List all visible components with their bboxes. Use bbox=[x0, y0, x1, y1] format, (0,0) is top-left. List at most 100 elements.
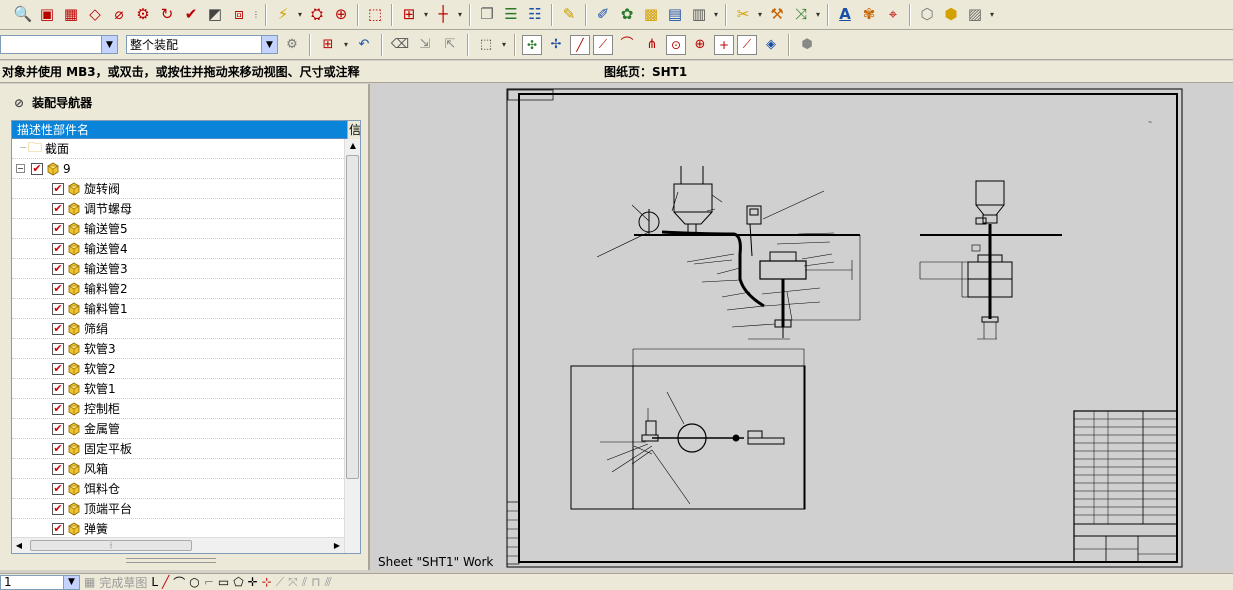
tree-row-part[interactable]: ✔ 控制柜 bbox=[12, 399, 344, 419]
orient-icon[interactable]: ⛭ bbox=[306, 4, 328, 26]
visibility-checkbox[interactable]: ✔ bbox=[31, 162, 43, 175]
visibility-checkbox[interactable]: ✔ bbox=[52, 242, 64, 255]
find-icon[interactable]: 🔍 bbox=[12, 4, 34, 26]
panel-resize-handle[interactable] bbox=[126, 558, 216, 563]
chevron-down-icon[interactable]: ▾ bbox=[500, 40, 508, 49]
visibility-checkbox[interactable]: ✔ bbox=[52, 342, 64, 355]
dimension-icon[interactable]: ⟋ bbox=[276, 575, 284, 590]
text-style-icon[interactable]: A bbox=[834, 4, 856, 26]
tree-row-section[interactable]: ┄ 🗀 截面 bbox=[12, 139, 344, 159]
toolbar-overflow-icon[interactable]: ⋮ bbox=[252, 10, 260, 19]
tree-row-part[interactable]: ✔ 固定平板 bbox=[12, 439, 344, 459]
visibility-checkbox[interactable]: ✔ bbox=[52, 422, 64, 435]
fillet-icon[interactable]: ⌐ bbox=[204, 575, 214, 589]
chevron-down-icon[interactable]: ▾ bbox=[342, 40, 350, 49]
collapse-icon[interactable]: − bbox=[16, 164, 25, 173]
drawing-sheet[interactable]: ~ bbox=[372, 84, 1233, 570]
edit-icon[interactable]: ▥ bbox=[688, 4, 710, 26]
spell-icon[interactable]: ✾ bbox=[858, 4, 880, 26]
column-header-info[interactable]: 信 bbox=[347, 121, 360, 139]
visibility-checkbox[interactable]: ✔ bbox=[52, 502, 64, 515]
rectangle-select-icon[interactable]: ⬚ bbox=[475, 34, 497, 56]
part-view-icon[interactable]: ▣ bbox=[36, 4, 58, 26]
visibility-checkbox[interactable]: ✔ bbox=[52, 482, 64, 495]
tree-row-part[interactable]: ✔ 弹簧 bbox=[12, 519, 344, 539]
table-icon[interactable]: ▤ bbox=[664, 4, 686, 26]
sketch-combo[interactable]: 1 ▼ bbox=[0, 574, 80, 590]
eraser-icon[interactable]: ◇ bbox=[84, 4, 106, 26]
tree-row-part[interactable]: ✔ 筛绢 bbox=[12, 319, 344, 339]
hammer-icon[interactable]: ✂ bbox=[732, 4, 754, 26]
scroll-right-icon[interactable]: ▶ bbox=[330, 538, 344, 553]
tree-row-part[interactable]: ✔ 饵料仓 bbox=[12, 479, 344, 499]
undo-select-icon[interactable]: ↶ bbox=[353, 34, 375, 56]
graphics-window[interactable]: ~ Sheet "SHT1" Work bbox=[372, 84, 1233, 570]
move-icon[interactable]: ⤨ bbox=[790, 4, 812, 26]
snap-body-icon[interactable]: ⬢ bbox=[796, 34, 818, 56]
circle-icon[interactable]: ○ bbox=[189, 575, 199, 589]
horizontal-scrollbar[interactable]: ◀ ⦙ ▶ bbox=[12, 537, 344, 553]
pencil-icon[interactable]: ✎ bbox=[558, 4, 580, 26]
chevron-down-icon[interactable]: ▾ bbox=[988, 10, 996, 19]
chevron-down-icon[interactable]: ▾ bbox=[712, 10, 720, 19]
rectangle-icon[interactable]: ▭ bbox=[218, 575, 229, 589]
tree-row-part[interactable]: ✔ 顶端平台 bbox=[12, 499, 344, 519]
visibility-checkbox[interactable]: ✔ bbox=[52, 462, 64, 475]
chevron-down-icon[interactable]: ▾ bbox=[422, 10, 430, 19]
visibility-checkbox[interactable]: ✔ bbox=[52, 382, 64, 395]
layout-icon[interactable]: ▦ bbox=[60, 4, 82, 26]
point-icon[interactable]: ✛ bbox=[248, 575, 258, 589]
copy-icon[interactable]: ❐ bbox=[476, 4, 498, 26]
visibility-checkbox[interactable]: ✔ bbox=[52, 282, 64, 295]
tree-row-part[interactable]: ✔ 输送管5 bbox=[12, 219, 344, 239]
line-icon[interactable]: ╱ bbox=[162, 575, 169, 589]
grid-icon[interactable]: ┼ bbox=[432, 4, 454, 26]
filter-settings-icon[interactable]: ⚙ bbox=[281, 34, 303, 56]
tree-row-root[interactable]: − ✔ 9 bbox=[12, 159, 344, 179]
visibility-checkbox[interactable]: ✔ bbox=[52, 222, 64, 235]
tree-row-part[interactable]: ✔ 调节螺母 bbox=[12, 199, 344, 219]
visibility-checkbox[interactable]: ✔ bbox=[52, 402, 64, 415]
cube-icon[interactable]: ▩ bbox=[640, 4, 662, 26]
profile-icon[interactable]: ᒪ bbox=[151, 575, 158, 589]
visibility-checkbox[interactable]: ✔ bbox=[52, 262, 64, 275]
views-icon[interactable]: ⊞ bbox=[398, 4, 420, 26]
fit-icon[interactable]: ⬚ bbox=[364, 4, 386, 26]
pin-icon[interactable]: ⊘ bbox=[14, 96, 24, 110]
visibility-checkbox[interactable]: ✔ bbox=[52, 182, 64, 195]
cube-yellow-icon[interactable]: ⬢ bbox=[940, 4, 962, 26]
offset-icon[interactable]: ⫽ bbox=[302, 575, 307, 590]
display-icon[interactable]: ◩ bbox=[204, 4, 226, 26]
scroll-up-icon[interactable]: ▲ bbox=[345, 139, 360, 153]
chevron-down-icon[interactable]: ▼ bbox=[101, 36, 117, 53]
arc-icon[interactable]: ⌒ bbox=[173, 574, 185, 590]
tree-row-part[interactable]: ✔ 旋转阀 bbox=[12, 179, 344, 199]
visibility-checkbox[interactable]: ✔ bbox=[52, 302, 64, 315]
paint-icon[interactable]: ✐ bbox=[592, 4, 614, 26]
select-mode-icon[interactable]: ⊞ bbox=[317, 34, 339, 56]
visibility-checkbox[interactable]: ✔ bbox=[52, 442, 64, 455]
snap-intersect-icon[interactable]: ⋔ bbox=[641, 34, 663, 56]
tree-row-part[interactable]: ✔ 软管2 bbox=[12, 359, 344, 379]
snap-tangent-icon[interactable]: ⟋ bbox=[737, 34, 757, 55]
layers-icon[interactable]: ☰ bbox=[500, 4, 522, 26]
tree-row-part[interactable]: ✔ 输送管3 bbox=[12, 259, 344, 279]
chevron-down-icon[interactable]: ▾ bbox=[296, 10, 304, 19]
zoom-icon[interactable]: ⊕ bbox=[330, 4, 352, 26]
chevron-down-icon[interactable]: ▾ bbox=[456, 10, 464, 19]
cube-grey-icon[interactable]: ⬡ bbox=[916, 4, 938, 26]
visibility-checkbox[interactable]: ✔ bbox=[52, 202, 64, 215]
eraser-select-icon[interactable]: ⌫ bbox=[389, 34, 411, 56]
shape-icon[interactable]: ⌖ bbox=[882, 4, 904, 26]
snap-enable-icon[interactable]: ✣ bbox=[522, 34, 542, 55]
snap-face-icon[interactable]: ◈ bbox=[760, 34, 782, 56]
scroll-thumb[interactable] bbox=[346, 155, 359, 479]
tree-row-part[interactable]: ✔ 软管3 bbox=[12, 339, 344, 359]
scroll-left-icon[interactable]: ◀ bbox=[12, 538, 26, 553]
snap-quadrant-icon[interactable]: ⊕ bbox=[689, 34, 711, 56]
check-icon[interactable]: ✔ bbox=[180, 4, 202, 26]
snap-curve-icon[interactable]: ⌒ bbox=[616, 34, 638, 56]
scope-filter-combo[interactable]: 整个装配 ▼ bbox=[126, 35, 278, 54]
hatch-icon[interactable]: ▨ bbox=[964, 4, 986, 26]
tree-row-part[interactable]: ✔ 输料管2 bbox=[12, 279, 344, 299]
